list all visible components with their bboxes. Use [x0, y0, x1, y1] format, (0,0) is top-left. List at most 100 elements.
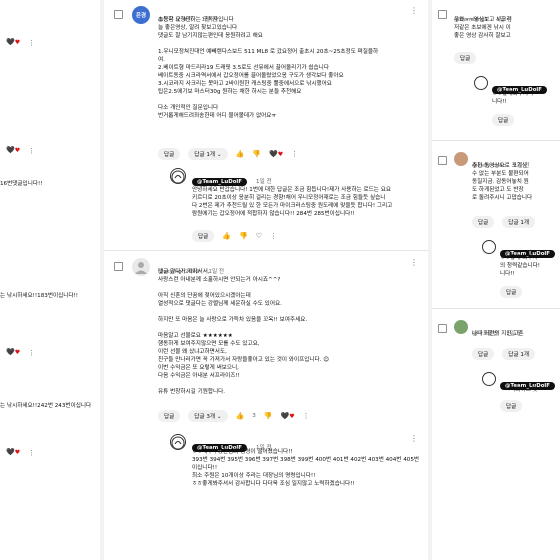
kebab-icon[interactable]: ⋮ [410, 6, 418, 15]
text-line: 마음알고 선물로요 ★★★★★★ [158, 333, 233, 339]
comment-select-checkbox[interactable] [438, 10, 447, 19]
thumbs-down-icon[interactable]: 👎 [239, 232, 248, 240]
kebab-icon[interactable]: ⋮ [303, 412, 310, 420]
view-replies-button[interactable]: 답글 1개 [502, 216, 536, 228]
text-line [158, 324, 420, 332]
text-line [158, 308, 420, 316]
kebab-icon[interactable]: ⋮ [410, 258, 418, 267]
text-line: 이런 선물 왜 샀냐고하면서도, [158, 349, 227, 355]
text-line: 이번 수익금은 또 요렇게 써보으니, [158, 365, 239, 371]
thumbs-down-icon[interactable]: 👎 [264, 412, 273, 420]
heart-like-icon[interactable]: 🖤♥ [269, 150, 283, 159]
text-line: 로 돌려주시니 고맙습니다 [472, 195, 533, 201]
reply-button[interactable]: 답글 [492, 114, 515, 126]
text-line: 나나 저진의 지진 고존 [472, 331, 524, 337]
divider [432, 140, 560, 141]
text-line: 393번 394번 395번 396번 397번 398번 399번 400번 … [192, 457, 420, 463]
text-line: 수 없는 부분도 불편되어 [472, 171, 529, 177]
thumbs-down-icon[interactable]: 👎 [252, 150, 261, 158]
left-actions-3: 🖤♥ ⋮ [6, 348, 35, 357]
left-actions-1: 🖤♥ ⋮ [6, 38, 35, 47]
text-line: 최소 주원은 10개이상 주라는 대장님의 명령입니다!! [192, 473, 316, 479]
view-replies-label: 답글 1개 [194, 152, 216, 158]
text-line: 여. [158, 57, 165, 63]
reply-body: ㅎㅎ좋게 봐주시 의 청력같습니다! 니다!! [500, 254, 560, 278]
left-snippet-3: 는 낚시하세요!!242번 243번이십니다 [0, 403, 92, 409]
avatar[interactable] [474, 76, 488, 90]
reply-button[interactable]: 답글 [500, 400, 523, 412]
reply-button[interactable]: 답글 [472, 348, 495, 360]
kebab-icon[interactable]: ⋮ [270, 232, 277, 240]
comments-moderation-view: 🖤♥ ⋮ 🖤♥ ⋮ 16번댓글입니다!! 는 낚시하세요!!183번이십니다!!… [0, 0, 560, 560]
text-line [158, 96, 420, 104]
reply-button[interactable]: 답글 [454, 52, 477, 64]
text-line: 니다!! [492, 99, 507, 105]
reply-body: ㅎㅎ대부부장관님의 명령이 떨어졌습니다!! 393번 394번 395번 396… [192, 448, 422, 488]
middle-column: 은경 @응은 군 #하 1일 전 ⋮ 초등학 요청만하는 구독자입니다 늘 좋은영… [104, 0, 428, 560]
reply-button[interactable]: 답글 [158, 410, 181, 422]
text-line: 3.시코라지 사크리는 못마고 2바이원한 캐스팅중 뿔중에서으로 낚시했어요 [158, 81, 332, 87]
kebab-icon[interactable]: ⋮ [28, 147, 35, 155]
comment-select-checkbox[interactable] [114, 262, 123, 271]
view-replies-button[interactable]: 답글 1개 ⌄ [188, 148, 228, 160]
avatar[interactable] [132, 258, 150, 276]
reply-button[interactable]: 답글 [158, 148, 181, 160]
reply-button[interactable]: 답글 [500, 286, 523, 298]
reply-button[interactable]: 답글 [192, 230, 215, 242]
avatar[interactable]: 은경 [132, 6, 150, 24]
text-line: ㅎㅎ대부부장관님의 명령이 떨어졌습니다!! [192, 449, 293, 455]
kebab-icon[interactable]: ⋮ [28, 349, 35, 357]
text-line: 베이트동중 시크라역서에서 갑오정어를 끌어올렸었으응 구도가 생각보다 좋아요 [158, 73, 344, 79]
text-line: 동질지금. 감동어놓치 원 [472, 179, 529, 185]
view-replies-button[interactable]: 답글 3개 ⌄ [188, 410, 228, 422]
creator-badge[interactable]: @Team_LuDolF [192, 178, 247, 186]
avatar[interactable] [482, 240, 496, 254]
heart-like-icon[interactable]: 🖤♥ [6, 448, 20, 457]
text-line: 팁은2.5에기보 마스터30g 원하는 채한 하시는 분들 추천해요 [158, 89, 302, 95]
heart-like-icon[interactable]: 🖤♥ [281, 412, 295, 421]
text-line: 사랑스런 아내분께 소홀하시면 안되는거 아시죠^^? [158, 277, 281, 283]
text-line: ㅋㅋ다와이드 맛 [500, 387, 538, 393]
kebab-icon[interactable]: ⋮ [28, 449, 35, 457]
thumbs-up-icon[interactable]: 👍 [222, 232, 231, 240]
avatar[interactable] [482, 372, 496, 386]
text-line: ㅎㅎ좋게봐주시니 [492, 91, 534, 97]
heart-like-icon[interactable]: 🖤♥ [6, 38, 20, 47]
divider [432, 308, 560, 309]
reply-actions: 답글 [500, 286, 523, 298]
comment-body: 추천 동영상으로 포기심 수 없는 부분도 불편되어 동질지금. 감동어놓치 원도 … [472, 162, 560, 202]
heart-icon[interactable]: ♡ [256, 232, 262, 240]
reply-button[interactable]: 답글 [472, 216, 495, 228]
reply-body: ㅎㅎ좋게봐주시니니다!! [492, 90, 560, 106]
text-line: 유튜 번창하시길 기원합니다. [158, 389, 226, 395]
left-snippet-1: 16번댓글입니다!! [0, 181, 43, 187]
thumbs-up-icon[interactable]: 👍 [236, 150, 245, 158]
text-line: 추천 동영상으로 포기심 [472, 163, 528, 169]
comment-select-checkbox[interactable] [114, 10, 123, 19]
thumbs-up-icon[interactable]: 👍 [236, 412, 245, 420]
text-line: 안녕하세요 반갑습니다! 1번에 대한 답글은 조금 힘듭니다!제가 사용하는 … [192, 187, 392, 193]
heart-like-icon[interactable]: 🖤♥ [6, 146, 20, 155]
kebab-icon[interactable]: ⋮ [28, 39, 35, 47]
avatar[interactable] [454, 320, 468, 334]
comment-select-checkbox[interactable] [438, 156, 447, 165]
comment-select-checkbox[interactable] [438, 324, 447, 333]
avatar[interactable] [170, 434, 186, 450]
logo-icon [171, 170, 185, 183]
text-line: ㅎㅎ좋게봐주셔서 감사합니다 다더욱 조심 일지않고 노력하겠습니다!! [192, 481, 355, 487]
text-line: 댓글 알다가 지자서서, [158, 269, 210, 275]
avatar[interactable] [170, 168, 186, 184]
kebab-icon[interactable]: ⋮ [410, 434, 418, 443]
avatar[interactable] [454, 152, 468, 166]
default-avatar-icon [135, 262, 147, 274]
comment-actions: 답글 답글 3개 ⌄ 👍 3 👎 🖤♥ ⋮ [158, 410, 310, 422]
text-line: 하지만 또 마음은 늘 사랑으로 가득차 있음을 꼬옥!! 보여주세요. [158, 317, 308, 323]
divider [104, 250, 428, 251]
view-replies-button[interactable]: 답글 1개 [502, 348, 536, 360]
text-line: 1.우니모정쳐진대언 예뻬렌다스보드 511 ML8 로 갔요정어 출초시 20… [158, 49, 379, 55]
heart-like-icon[interactable]: 🖤♥ [6, 348, 20, 357]
reply-time: 1일 전 [256, 179, 272, 185]
kebab-icon[interactable]: ⋮ [291, 150, 298, 158]
text-line: 저같은 초보에겐 낚시 이 [454, 25, 511, 31]
text-line: 좋은 영상 감사히 잘보고 [454, 33, 511, 39]
